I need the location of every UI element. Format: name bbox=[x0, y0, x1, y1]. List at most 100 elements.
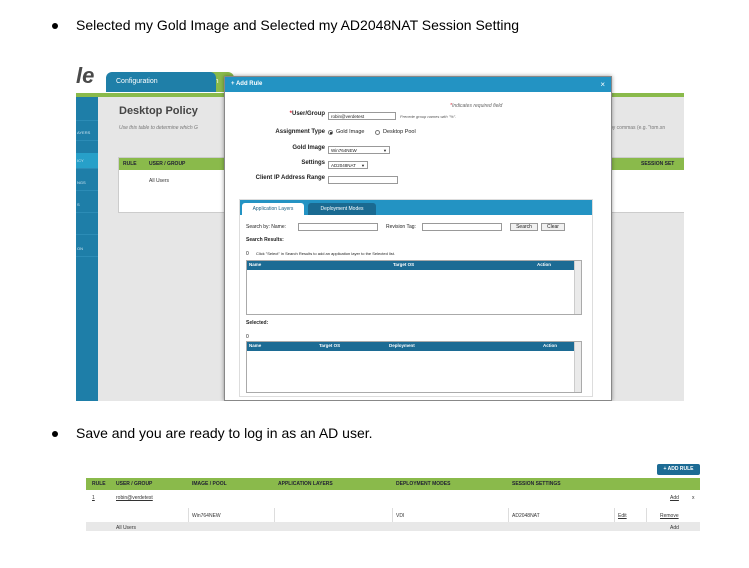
add-rule-dialog: + Add Rule × *Indicates required field *… bbox=[224, 76, 612, 401]
remove-link[interactable]: Remove bbox=[660, 513, 679, 519]
search-results-label: Search Results: bbox=[246, 237, 284, 243]
client-ip-label: Client IP Address Range bbox=[255, 175, 325, 181]
sidebar-item[interactable]: S bbox=[76, 197, 98, 213]
tab-bar: Application Layers Deployment Modes bbox=[240, 200, 592, 215]
column-header-session: SESSION SET bbox=[641, 161, 675, 167]
app-logo: le bbox=[76, 63, 95, 88]
close-icon[interactable]: × bbox=[600, 77, 605, 92]
rules-table-header: RULE USER / GROUP IMAGE / POOL APPLICATI… bbox=[86, 478, 700, 490]
page-subtitle: Use this table to determine which G bbox=[119, 125, 198, 131]
gold-image-value: Win764NEW bbox=[331, 148, 357, 153]
gold-image-radio-label: Gold Image bbox=[336, 129, 365, 135]
column-header-user-group: USER / GROUP bbox=[116, 481, 153, 487]
gold-image-radio[interactable] bbox=[328, 130, 333, 135]
sidebar-item[interactable] bbox=[76, 105, 98, 121]
close-icon[interactable]: x bbox=[692, 495, 695, 501]
desktop-pool-radio[interactable] bbox=[375, 130, 380, 135]
tab-application-layers[interactable]: Application Layers bbox=[242, 203, 304, 215]
search-results-grid: Name Target OS Action bbox=[246, 260, 582, 315]
column-header-session-settings: SESSION SETTINGS bbox=[512, 481, 561, 487]
layers-tabset: Application Layers Deployment Modes Sear… bbox=[239, 199, 593, 397]
divider bbox=[614, 508, 615, 522]
rules-table-screenshot: + ADD RULE RULE USER / GROUP IMAGE / POO… bbox=[86, 461, 700, 531]
session-setting-cell: AD2048NAT bbox=[512, 513, 540, 519]
scrollbar[interactable] bbox=[574, 342, 581, 392]
tab-configuration[interactable]: Configuration bbox=[106, 72, 216, 92]
selected-label: Selected: bbox=[246, 320, 269, 326]
user-group-input[interactable]: robin@verdetest bbox=[328, 112, 396, 120]
search-hint: Click "Select" in Search Results to add … bbox=[256, 251, 395, 256]
table-row: 1 robin@verdetest Add x bbox=[86, 490, 700, 509]
table-row: All Users Add bbox=[86, 522, 700, 531]
bullet-icon bbox=[52, 431, 58, 437]
user-group-label-text: User/Group bbox=[291, 111, 325, 117]
tab-deployment-modes[interactable]: Deployment Modes bbox=[308, 203, 376, 215]
user-group-hint: Precede group names with "%". bbox=[400, 114, 457, 119]
column-header-rule: RULE bbox=[123, 161, 137, 167]
page-title: Desktop Policy bbox=[119, 105, 198, 117]
revision-tag-input[interactable] bbox=[422, 223, 502, 231]
deployment-mode-cell: VDI bbox=[396, 513, 405, 519]
search-button[interactable]: Search bbox=[510, 223, 538, 231]
dialog-title: + Add Rule bbox=[225, 77, 611, 92]
column-header-deployment-modes: DEPLOYMENT MODES bbox=[396, 481, 451, 487]
divider bbox=[508, 508, 509, 522]
bullet-text: Save and you are ready to log in as an A… bbox=[76, 425, 373, 441]
column-header-target-os: Target OS bbox=[319, 343, 341, 348]
column-header-image-pool: IMAGE / POOL bbox=[192, 481, 227, 487]
column-header-name: Name bbox=[249, 343, 262, 348]
revision-tag-label: Revision Tag: bbox=[386, 224, 416, 230]
column-header-deployment: Deployment bbox=[389, 343, 415, 348]
chevron-down-icon: ▼ bbox=[383, 148, 387, 153]
divider bbox=[646, 508, 647, 522]
divider bbox=[392, 508, 393, 522]
column-header-action: Action bbox=[537, 262, 551, 267]
edit-link[interactable]: Edit bbox=[618, 513, 627, 519]
settings-value: AD2048NAT bbox=[331, 163, 356, 168]
sidebar-item-active[interactable]: ICY bbox=[76, 153, 98, 169]
user-group-link[interactable]: robin@verdetest bbox=[116, 495, 153, 501]
add-link[interactable]: Add bbox=[670, 525, 679, 531]
column-header-name: Name bbox=[249, 262, 262, 267]
sidebar-item[interactable]: NGS bbox=[76, 175, 98, 191]
table-row: Win764NEW VDI AD2048NAT Edit Remove bbox=[86, 508, 700, 522]
column-header-rule: RULE bbox=[92, 481, 106, 487]
add-link[interactable]: Add bbox=[670, 495, 679, 501]
rule-number-link[interactable]: 1 bbox=[92, 495, 95, 501]
selected-header: Name Target OS Deployment Action bbox=[247, 342, 574, 351]
page-subtitle-right: by commas (e.g. "tom.sn bbox=[610, 125, 666, 131]
sidebar-item[interactable]: AYERS bbox=[76, 125, 98, 141]
divider bbox=[274, 508, 275, 522]
name-search-input[interactable] bbox=[298, 223, 378, 231]
scrollbar[interactable] bbox=[574, 261, 581, 314]
column-header-application-layers: APPLICATION LAYERS bbox=[278, 481, 333, 487]
gold-image-select[interactable]: Win764NEW ▼ bbox=[328, 146, 390, 154]
bullet-icon bbox=[52, 23, 58, 29]
table-cell: All Users bbox=[149, 178, 170, 184]
required-note: *Indicates required field bbox=[450, 103, 503, 109]
results-header: Name Target OS Action bbox=[247, 261, 574, 270]
search-results-count: 0 bbox=[246, 251, 249, 257]
user-group-label: *User/Group bbox=[289, 111, 325, 117]
divider bbox=[188, 508, 189, 522]
user-group-cell: All Users bbox=[116, 525, 137, 531]
client-ip-input[interactable] bbox=[328, 176, 398, 184]
gold-image-label: Gold Image bbox=[292, 145, 325, 151]
settings-label: Settings bbox=[301, 160, 325, 166]
sidebar: AYERS ICY NGS S ON bbox=[76, 97, 98, 401]
required-note-text: Indicates required field bbox=[451, 103, 503, 109]
assignment-type-label: Assignment Type bbox=[275, 129, 325, 135]
selected-count: 0 bbox=[246, 334, 249, 340]
image-cell: Win764NEW bbox=[192, 513, 221, 519]
column-header-action: Action bbox=[543, 343, 557, 348]
sidebar-item[interactable]: ON bbox=[76, 241, 98, 257]
column-header-user-group: USER / GROUP bbox=[149, 161, 186, 167]
desktop-pool-radio-label: Desktop Pool bbox=[383, 129, 416, 135]
bullet-text: Selected my Gold Image and Selected my A… bbox=[76, 17, 520, 33]
add-rule-button[interactable]: + ADD RULE bbox=[657, 464, 700, 475]
add-rule-screenshot: le Reportin Configuration AYERS ICY NGS … bbox=[76, 55, 684, 401]
clear-button[interactable]: Clear bbox=[541, 223, 565, 231]
sidebar-item[interactable] bbox=[76, 219, 98, 235]
settings-select[interactable]: AD2048NAT ▼ bbox=[328, 161, 368, 169]
chevron-down-icon: ▼ bbox=[361, 163, 365, 168]
